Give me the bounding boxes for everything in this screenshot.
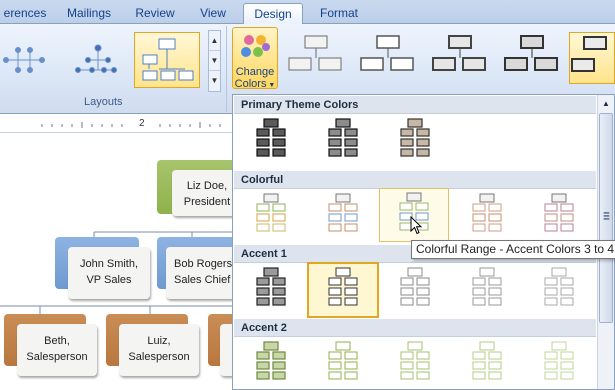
swatch-accent1-light-3[interactable] — [525, 264, 593, 316]
tab-format[interactable]: Format — [310, 3, 368, 24]
swatch-primary-dark-1[interactable] — [237, 115, 305, 167]
scrollbar-thumb[interactable]: ━ ━ ━ — [599, 113, 613, 323]
style-preview-icon — [571, 36, 607, 72]
sp2-name: Luiz, — [147, 335, 171, 347]
color-swatch-preview-icon — [472, 193, 502, 232]
style-preview-icon — [432, 35, 486, 71]
swatch-colorful-range-4-5[interactable] — [453, 190, 521, 242]
color-swatch-preview-icon — [544, 267, 574, 306]
ruler-number: 2 — [139, 118, 145, 129]
color-swatch-preview-icon — [328, 118, 358, 157]
swatch-accent2-light-3[interactable] — [525, 338, 593, 390]
swatch-accent1-dark[interactable] — [237, 264, 305, 316]
style-preview-icon — [360, 35, 414, 71]
vp-title: VP Sales — [86, 274, 132, 286]
tab-view[interactable]: View — [192, 3, 234, 24]
color-swatch-preview-icon — [544, 193, 574, 232]
chief-name: Bob Rogers, — [174, 258, 236, 270]
layout-half-circle-hierarchy[interactable] — [64, 32, 130, 88]
swatch-accent2-light-2[interactable] — [453, 338, 521, 390]
scroll-up-arrow-icon[interactable]: ▲ — [599, 97, 613, 111]
swatch-colorful-range-5-6[interactable] — [525, 190, 593, 242]
org-chart-layout-icon — [142, 38, 194, 81]
change-colors-label-line2-text: Colors — [234, 78, 267, 90]
tab-references[interactable]: erences — [0, 3, 50, 24]
swatch-accent2-dark[interactable] — [237, 338, 305, 390]
swatch-colorful-accent-colors[interactable] — [237, 190, 305, 242]
swatch-primary-dark-2[interactable] — [309, 115, 377, 167]
change-colors-button[interactable]: Change Colors ▼ — [232, 27, 278, 90]
section-colorful: Colorful — [234, 171, 596, 189]
sp1-title: Salesperson — [26, 351, 88, 363]
color-swatch-preview-icon — [544, 341, 574, 380]
sp2-title: Salesperson — [128, 351, 190, 363]
hierarchy-layout-icon — [3, 47, 45, 73]
mouse-pointer-icon — [410, 216, 423, 235]
group-divider — [226, 26, 227, 112]
swatch-accent2-light-1[interactable] — [381, 338, 449, 390]
tab-mailings[interactable]: Mailings — [58, 3, 120, 24]
vp-name: John Smith, — [79, 258, 139, 270]
sp1-name: Beth, — [44, 335, 70, 347]
change-colors-label-line2: Colors ▼ — [233, 78, 277, 90]
org-box-salesperson-2[interactable]: Luiz, Salesperson — [119, 324, 199, 376]
org-box-sales-chief[interactable]: Bob Rogers, Sales Chief — [166, 247, 236, 299]
color-swatch-preview-icon — [400, 341, 430, 380]
color-swatch-preview-icon — [400, 267, 430, 306]
swatch-accent1-light-2[interactable] — [453, 264, 521, 316]
smartart-style-moderate-effect[interactable] — [501, 32, 563, 84]
swatch-tooltip: Colorful Range - Accent Colors 3 to 4 — [411, 240, 615, 259]
color-swatch-preview-icon — [400, 118, 430, 157]
chief-title: Sales Chief — [174, 274, 231, 286]
style-preview-icon — [288, 35, 342, 71]
swatch-colorful-range-2-3[interactable] — [309, 190, 377, 242]
layout-organization-chart[interactable] — [134, 32, 200, 88]
smartart-style-intense-effect[interactable] — [569, 32, 615, 84]
color-swatch-preview-icon — [328, 341, 358, 380]
tab-review[interactable]: Review — [130, 3, 180, 24]
color-swatch-preview-icon — [328, 193, 358, 232]
swatch-accent1-light-1[interactable] — [381, 264, 449, 316]
color-swatch-preview-icon — [256, 341, 286, 380]
layout-gallery-scroller[interactable]: ▲ ▼ ▼ — [208, 30, 221, 92]
color-swatch-preview-icon — [328, 267, 358, 306]
ribbon-tab-bar: erences Mailings Review View Design Form… — [0, 0, 615, 25]
section-primary-theme-colors: Primary Theme Colors — [234, 96, 596, 114]
smartart-style-subtle-effect[interactable] — [429, 32, 491, 84]
grip-icon: ━ ━ ━ — [603, 208, 610, 224]
dropdown-arrow-icon: ▼ — [266, 82, 276, 89]
swatch-accent1-outline-selected[interactable] — [307, 262, 379, 318]
change-colors-label-line1: Change — [235, 66, 275, 78]
section-accent-2: Accent 2 — [234, 319, 596, 337]
color-swatch-preview-icon — [256, 118, 286, 157]
hierarchy-layout-icon — [75, 44, 117, 73]
gallery-up-arrow-icon[interactable]: ▲ — [209, 31, 220, 51]
color-swatch-preview-icon — [472, 341, 502, 380]
smartart-style-white-outline[interactable] — [357, 32, 419, 84]
gallery-more-icon[interactable]: ▼ — [209, 71, 220, 91]
swatch-primary-dark-fill[interactable] — [381, 115, 449, 167]
horizontal-ruler: 2 — [0, 115, 232, 133]
style-preview-icon — [504, 35, 558, 71]
layout-horizontal-hierarchy[interactable] — [0, 32, 62, 88]
gallery-down-arrow-icon[interactable]: ▼ — [209, 51, 220, 71]
tab-design[interactable]: Design — [243, 3, 303, 25]
color-palette-icon — [241, 35, 270, 57]
swatch-accent2-outline[interactable] — [309, 338, 377, 390]
color-swatch-preview-icon — [256, 267, 286, 306]
layouts-group-label: Layouts — [84, 96, 123, 108]
document-canvas: Liz Doe, President John Smith, VP Sales … — [0, 134, 247, 390]
smartart-style-simple-fill[interactable] — [285, 32, 347, 84]
org-box-vp-sales[interactable]: John Smith, VP Sales — [68, 247, 150, 299]
color-swatch-preview-icon — [256, 193, 286, 232]
org-box-salesperson-1[interactable]: Beth, Salesperson — [17, 324, 97, 376]
color-swatch-preview-icon — [472, 267, 502, 306]
ruler-ticks — [41, 122, 221, 128]
